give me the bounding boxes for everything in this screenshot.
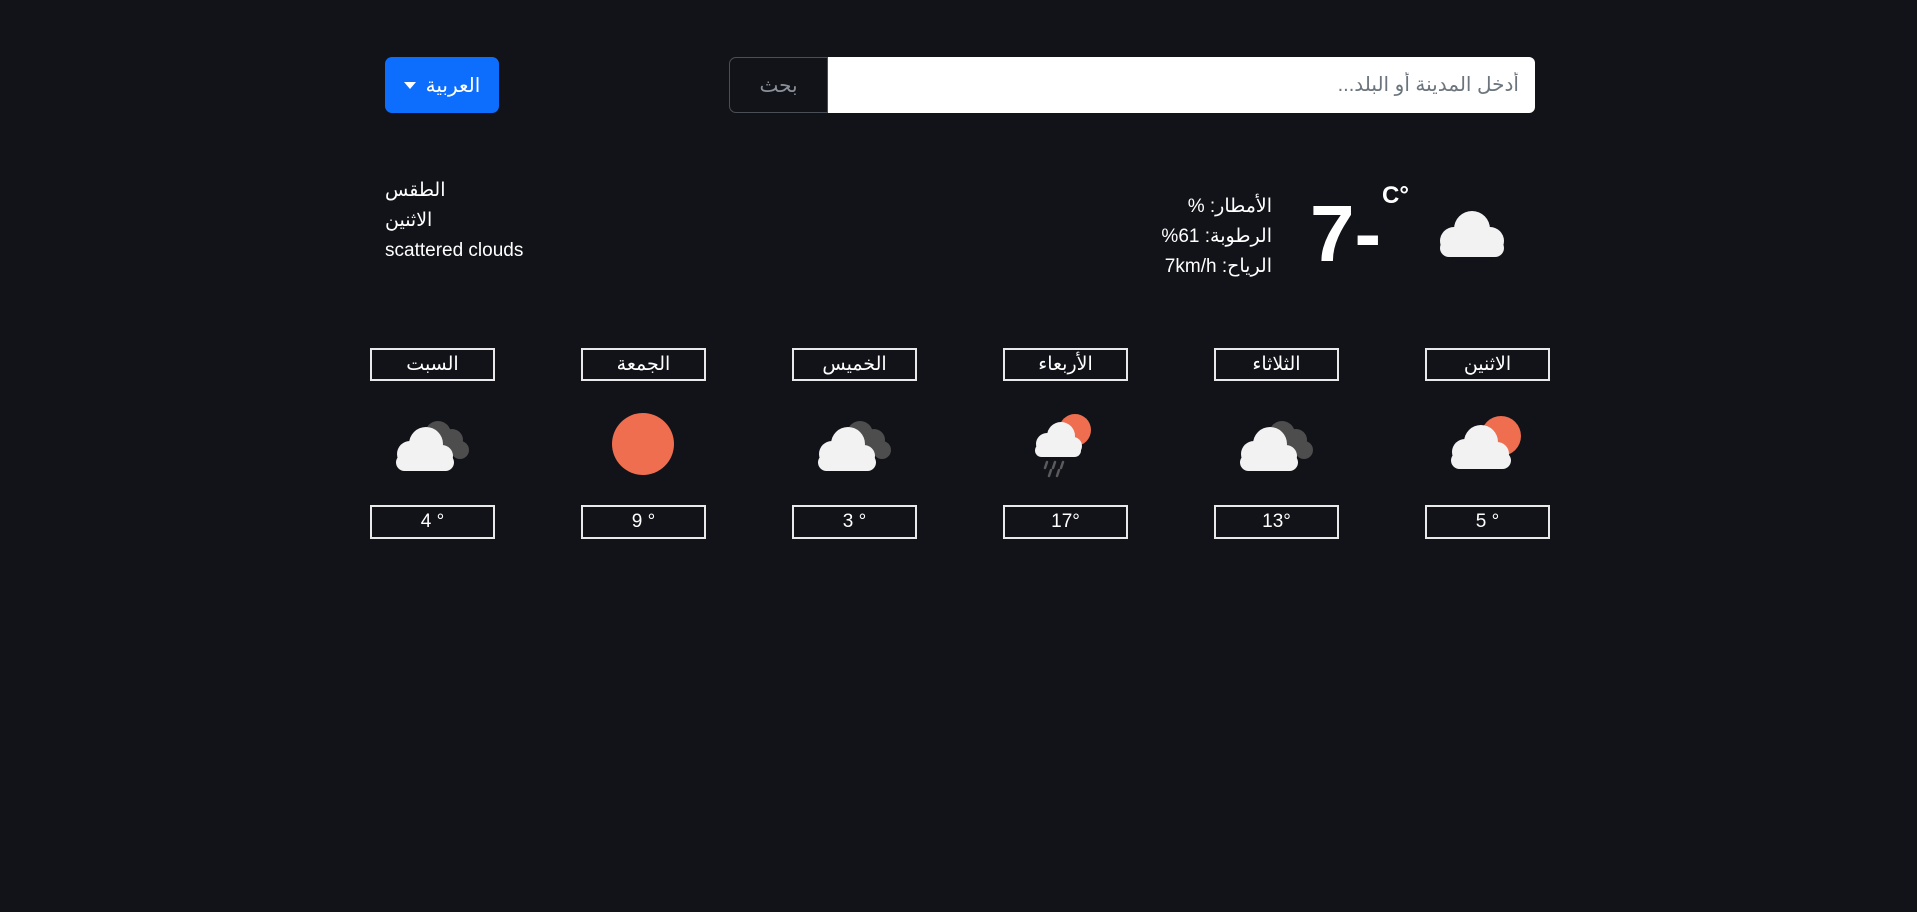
cloudy-icon xyxy=(384,408,480,480)
forecast-temperature: 3 ° xyxy=(792,505,917,539)
partly-sunny-icon xyxy=(1439,408,1535,480)
search-input[interactable] xyxy=(828,57,1535,113)
search-button[interactable]: بحث xyxy=(729,57,828,113)
forecast-temperature: 4 ° xyxy=(370,505,495,539)
forecast-day: الخميس xyxy=(792,348,917,381)
weather-app: العربية بحث الطقس الاثنين scattered clou… xyxy=(0,0,1917,912)
cloudy-icon xyxy=(1228,408,1324,480)
rain-value: الأمطار: % xyxy=(1187,196,1272,217)
humidity-value: الرطوبة: 61% xyxy=(1161,226,1272,247)
forecast-day: الأربعاء xyxy=(1003,348,1128,381)
forecast-day: الاثنين xyxy=(1425,348,1550,381)
forecast-temperature: 5 ° xyxy=(1425,505,1550,539)
cloud-icon xyxy=(1440,211,1504,257)
language-dropdown-button[interactable]: العربية xyxy=(385,57,499,113)
forecast-temperature: 13° xyxy=(1214,505,1339,539)
forecast-day: الجمعة xyxy=(581,348,706,381)
weather-description: scattered clouds xyxy=(385,240,524,261)
current-summary: الطقس الاثنين scattered clouds xyxy=(385,176,523,266)
forecast-temperature: 9 ° xyxy=(581,505,706,539)
current-day: الاثنين xyxy=(385,210,433,231)
weather-label: الطقس xyxy=(385,180,446,201)
wind-value: الرياح: 7km/h xyxy=(1164,256,1272,277)
sun-icon xyxy=(595,408,691,480)
rain-sun-icon xyxy=(1017,408,1113,480)
temperature-unit: C° xyxy=(1382,182,1409,209)
cloudy-icon xyxy=(806,408,902,480)
language-label: العربية xyxy=(425,74,481,97)
caret-down-icon xyxy=(403,81,416,89)
current-temperature: -7 xyxy=(1310,189,1382,278)
forecast-temperature: 17° xyxy=(1003,505,1128,539)
forecast-day: السبت xyxy=(370,348,495,381)
weather-details: الأمطار: % الرطوبة: 61% الرياح: 7km/h xyxy=(1161,192,1272,282)
forecast-day: الثلاثاء xyxy=(1214,348,1339,381)
